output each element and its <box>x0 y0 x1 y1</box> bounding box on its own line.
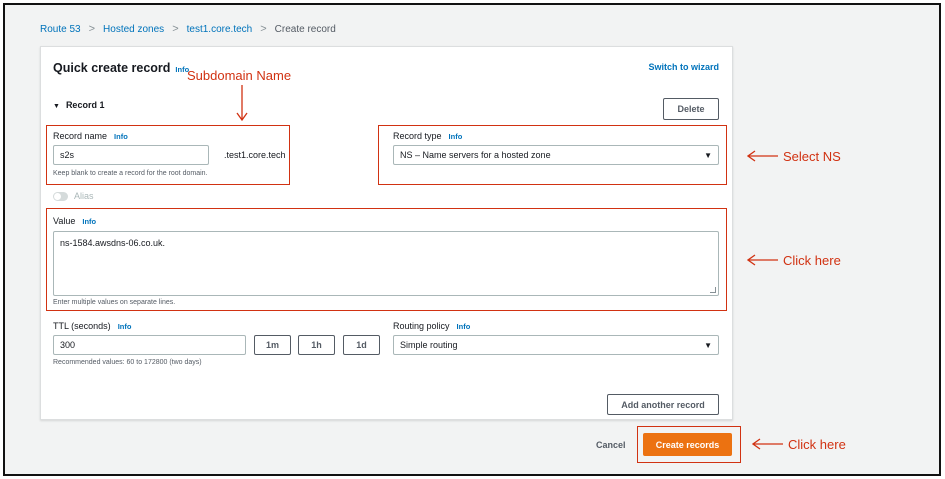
ttl-1m-button[interactable]: 1m <box>254 335 291 355</box>
cancel-button[interactable]: Cancel <box>596 440 626 450</box>
ttl-1d-button[interactable]: 1d <box>343 335 380 355</box>
add-another-record-button[interactable]: Add another record <box>607 394 719 415</box>
caret-down-icon: ▼ <box>53 103 60 110</box>
ttl-1h-button[interactable]: 1h <box>298 335 335 355</box>
breadcrumb-current: Create record <box>274 23 336 35</box>
alias-toggle[interactable]: Alias <box>53 191 94 201</box>
breadcrumb-separator: > <box>260 23 267 35</box>
highlight-value <box>46 208 727 311</box>
ttl-hint: Recommended values: 60 to 172800 (two da… <box>53 359 202 366</box>
routing-policy-info-link[interactable]: Info <box>457 322 471 331</box>
ttl-info-link[interactable]: Info <box>118 322 132 331</box>
routing-policy-select[interactable]: Simple routing ▼ <box>393 335 719 355</box>
breadcrumb-separator: > <box>88 23 96 35</box>
delete-button[interactable]: Delete <box>663 98 719 120</box>
breadcrumb-zone[interactable]: test1.core.tech <box>187 24 253 35</box>
arrow-left-icon <box>747 150 778 162</box>
breadcrumb-separator: > <box>172 23 179 35</box>
arrow-left-icon <box>747 254 778 266</box>
routing-policy-value: Simple routing <box>400 340 458 350</box>
record-section-header[interactable]: ▼ Record 1 <box>53 100 104 110</box>
breadcrumb-route53[interactable]: Route 53 <box>40 24 81 35</box>
caret-down-icon: ▼ <box>704 340 712 350</box>
highlight-create <box>637 426 741 463</box>
ttl-label: TTL (seconds) Info <box>53 321 131 331</box>
panel-title: Quick create record <box>53 61 171 75</box>
switch-wizard-link[interactable]: Switch to wizard <box>648 62 719 72</box>
ttl-label-text: TTL (seconds) <box>53 321 111 331</box>
toggle-switch-icon <box>53 191 68 201</box>
alias-label: Alias <box>74 191 94 201</box>
highlight-record-name <box>46 125 290 185</box>
highlight-record-type <box>378 125 727 185</box>
ttl-input[interactable]: 300 <box>53 335 246 355</box>
arrow-left-icon <box>752 438 783 450</box>
annotation-subdomain: Subdomain Name <box>187 68 292 83</box>
record-header-label: Record 1 <box>65 100 105 110</box>
breadcrumb: Route 53 > Hosted zones > test1.core.tec… <box>40 23 336 35</box>
routing-policy-label-text: Routing policy <box>393 321 450 331</box>
annotation-click-value: Click here <box>783 253 841 268</box>
page-title: Quick create record Info <box>53 61 189 75</box>
annotation-click-create: Click here <box>788 437 846 452</box>
arrow-down-icon <box>236 85 248 122</box>
routing-policy-label: Routing policy Info <box>393 321 470 331</box>
annotation-select-ns: Select NS <box>783 149 841 164</box>
breadcrumb-hosted-zones[interactable]: Hosted zones <box>103 24 164 35</box>
